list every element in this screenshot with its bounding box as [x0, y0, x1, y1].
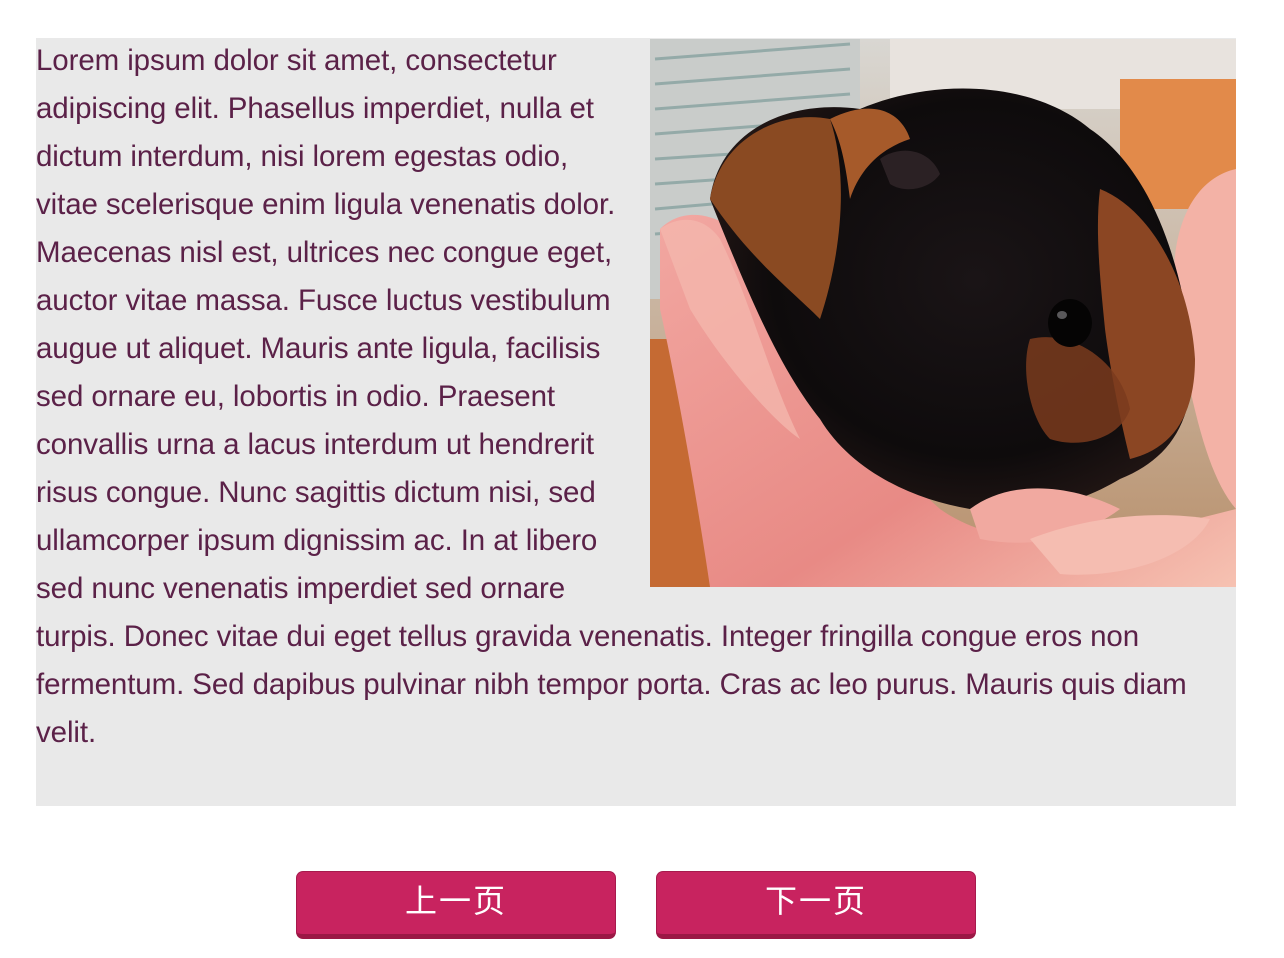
previous-page-button[interactable]: 上一页	[296, 871, 616, 939]
content-panel: Lorem ipsum dolor sit amet, consectetur …	[36, 38, 1236, 806]
next-page-button[interactable]: 下一页	[656, 871, 976, 939]
article-paragraph: Lorem ipsum dolor sit amet, consectetur …	[36, 44, 1187, 749]
